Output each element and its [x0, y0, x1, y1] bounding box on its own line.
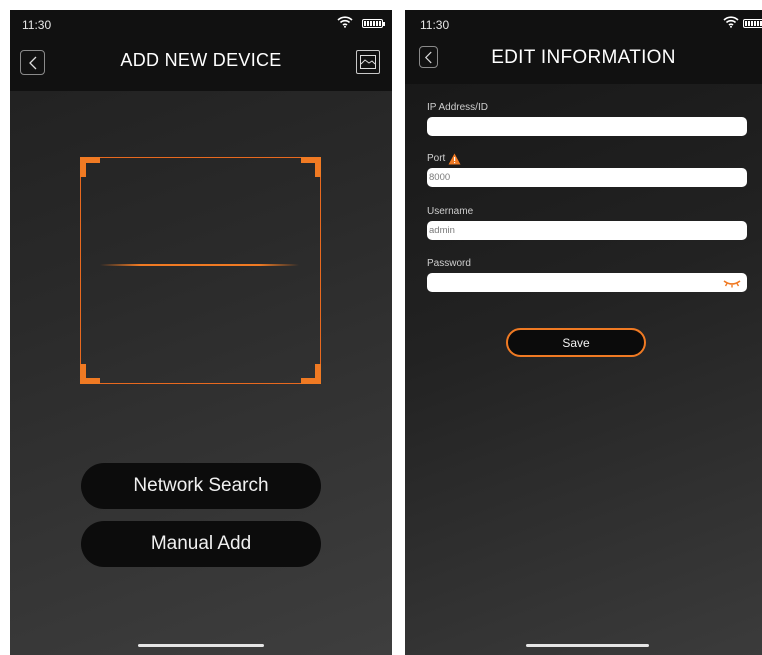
port-input[interactable]: 8000 — [427, 168, 747, 187]
password-field-group: Password — [427, 255, 747, 292]
status-time: 11:30 — [420, 18, 450, 32]
image-icon — [360, 55, 376, 69]
ip-label: IP Address/ID — [427, 102, 488, 113]
battery-icon — [743, 19, 762, 28]
network-search-button[interactable]: Network Search — [81, 463, 321, 509]
username-input[interactable]: admin — [427, 221, 747, 240]
password-label: Password — [427, 258, 471, 269]
page-title: EDIT INFORMATION — [491, 47, 676, 68]
scan-corner — [80, 364, 100, 384]
status-time: 11:30 — [22, 18, 52, 32]
eye-closed-icon[interactable] — [723, 276, 741, 289]
warning-icon — [448, 153, 461, 165]
port-label: Port — [427, 153, 446, 164]
save-button[interactable]: Save — [506, 328, 646, 357]
page-title: ADD NEW DEVICE — [120, 50, 282, 70]
wifi-icon — [337, 16, 353, 28]
status-bar: 11:30 — [10, 10, 392, 46]
username-label: Username — [427, 206, 474, 217]
nav-bar: EDIT INFORMATION — [405, 42, 762, 84]
nav-bar: ADD NEW DEVICE — [10, 46, 392, 91]
qr-scan-frame — [80, 157, 321, 384]
ip-field-group: IP Address/ID — [427, 99, 747, 136]
edit-information-screen: 11:30 EDIT INFORMATION IP Address/ID Por… — [405, 10, 762, 655]
port-label-row: Port — [427, 150, 747, 168]
port-field-group: Port 8000 — [427, 150, 747, 187]
home-indicator — [526, 644, 649, 647]
status-bar: 11:30 — [405, 10, 762, 42]
scan-corner — [80, 157, 100, 177]
manual-add-button[interactable]: Manual Add — [81, 521, 321, 567]
ip-address-input[interactable] — [427, 117, 747, 136]
password-input[interactable] — [427, 273, 747, 292]
add-device-screen: 11:30 ADD NEW DEVICE Network Search Manu… — [10, 10, 392, 655]
home-indicator — [138, 644, 264, 647]
wifi-icon — [723, 16, 739, 28]
battery-icon — [362, 19, 385, 28]
scan-corner — [301, 364, 321, 384]
scan-line — [100, 264, 299, 266]
album-button[interactable] — [356, 50, 380, 74]
scan-corner — [301, 157, 321, 177]
username-field-group: Username admin — [427, 203, 747, 240]
